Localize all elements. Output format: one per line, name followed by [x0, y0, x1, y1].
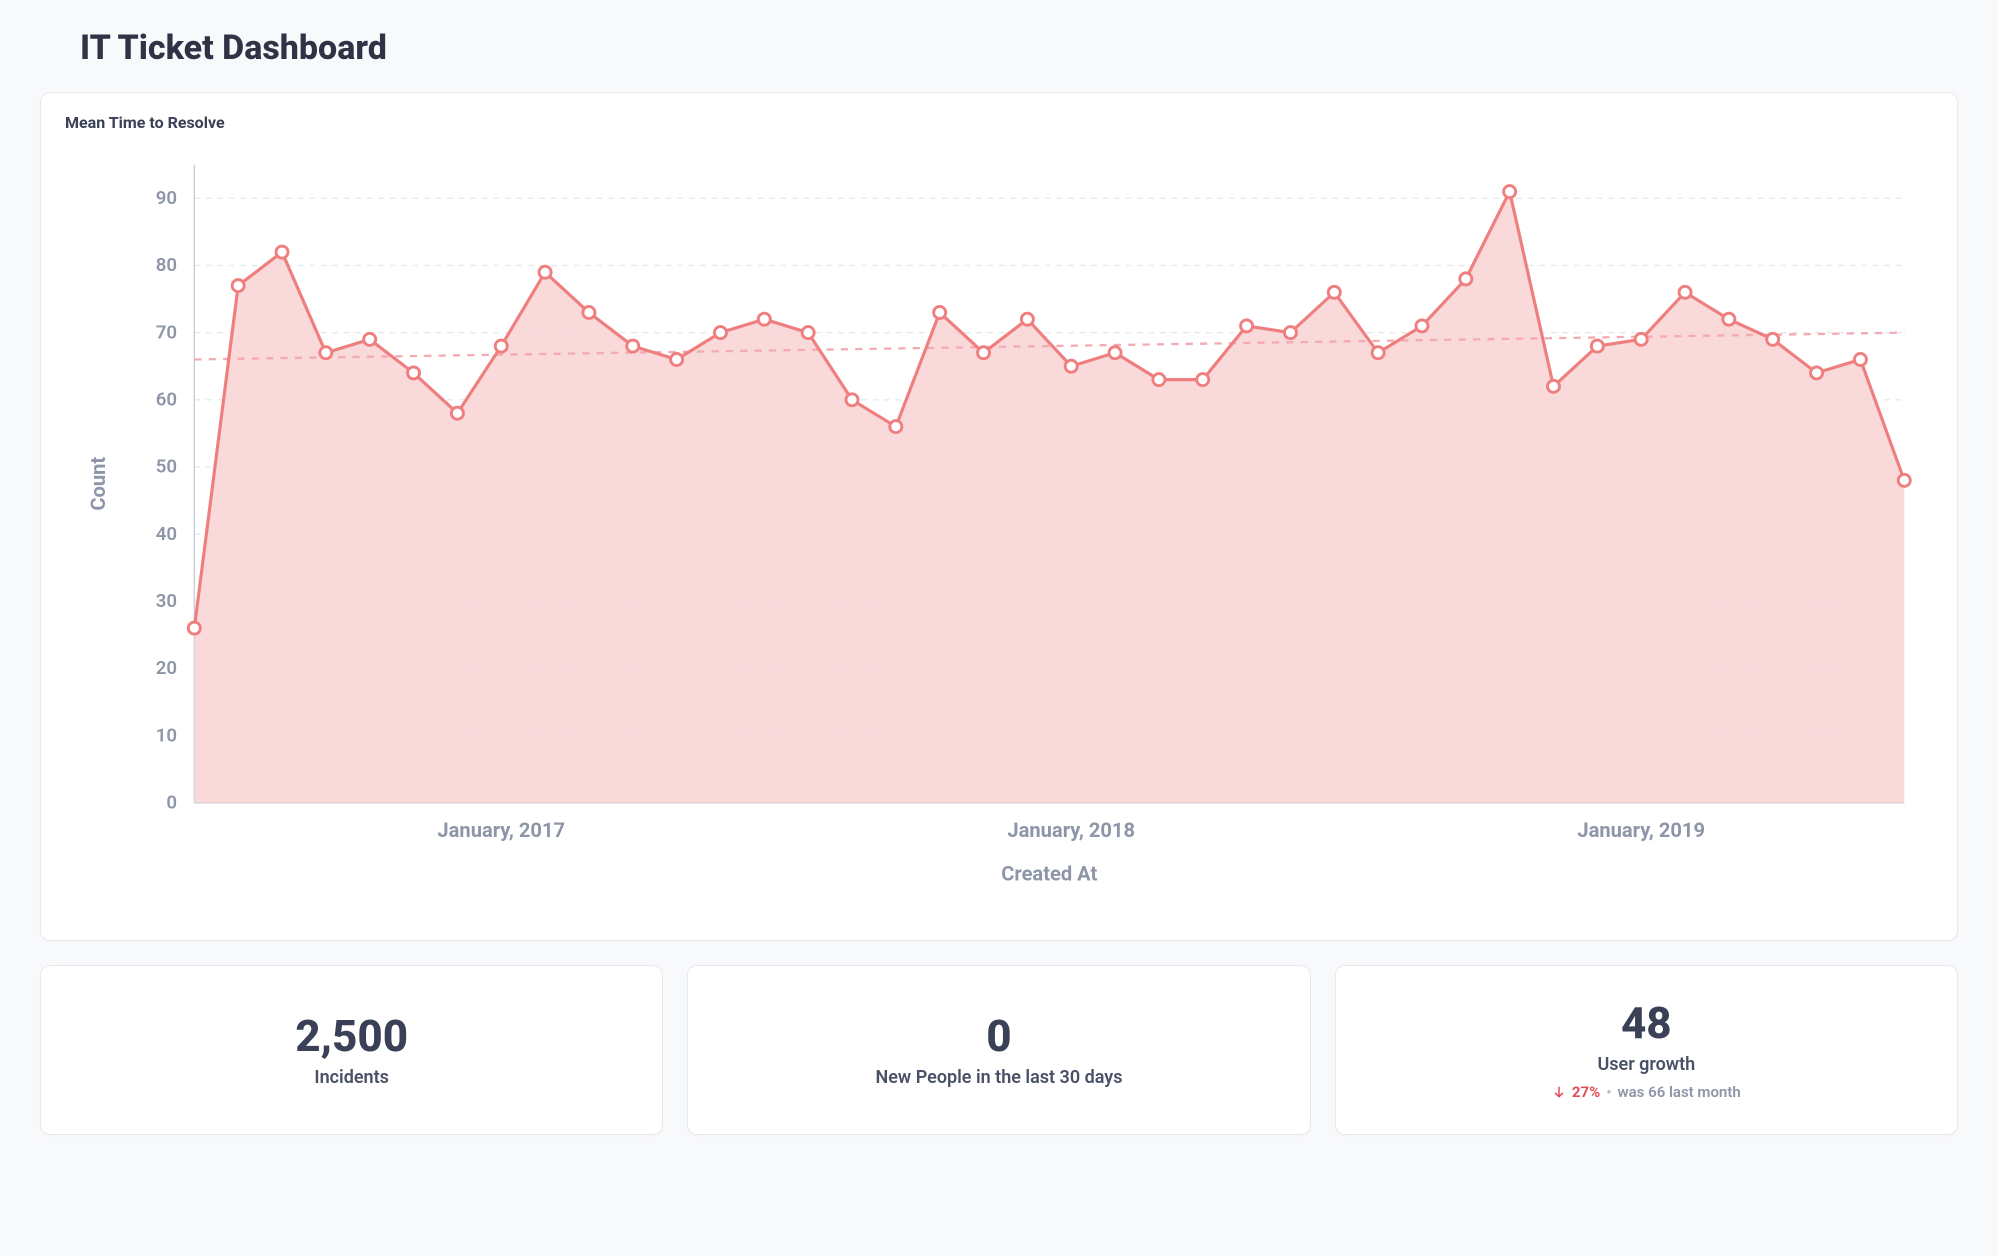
stat-card-new-people: 0 New People in the last 30 days	[687, 965, 1310, 1135]
stat-label-new-people: New People in the last 30 days	[876, 1067, 1123, 1088]
data-point[interactable]	[714, 327, 726, 339]
stat-value-user-growth: 48	[1621, 999, 1672, 1047]
data-point[interactable]	[495, 340, 507, 352]
svg-text:January, 2017: January, 2017	[437, 818, 565, 842]
svg-text:20: 20	[156, 657, 177, 679]
data-point[interactable]	[408, 367, 420, 379]
stat-label-user-growth: User growth	[1597, 1054, 1695, 1075]
data-point[interactable]	[1811, 367, 1823, 379]
data-point[interactable]	[1328, 286, 1340, 298]
stat-card-user-growth: 48 User growth 27% • was 66 last month	[1335, 965, 1958, 1135]
dot-separator-icon: •	[1606, 1083, 1611, 1101]
data-point[interactable]	[1723, 313, 1735, 325]
data-point[interactable]	[934, 306, 946, 318]
data-point[interactable]	[1679, 286, 1691, 298]
data-point[interactable]	[1241, 320, 1253, 332]
stat-card-incidents: 2,500 Incidents	[40, 965, 663, 1135]
stat-change-pct: 27%	[1572, 1083, 1600, 1101]
data-point[interactable]	[364, 333, 376, 345]
data-point[interactable]	[276, 246, 288, 258]
svg-text:10: 10	[156, 724, 177, 746]
y-axis-label: Count	[86, 457, 110, 511]
svg-text:80: 80	[156, 254, 177, 276]
data-point[interactable]	[1898, 474, 1910, 486]
data-point[interactable]	[1372, 347, 1384, 359]
data-point[interactable]	[671, 353, 683, 365]
data-point[interactable]	[977, 347, 989, 359]
data-point[interactable]	[1284, 327, 1296, 339]
svg-text:60: 60	[156, 389, 177, 411]
data-point[interactable]	[1591, 340, 1603, 352]
svg-text:30: 30	[156, 590, 177, 612]
svg-text:90: 90	[156, 187, 177, 209]
data-point[interactable]	[1635, 333, 1647, 345]
chart-title: Mean Time to Resolve	[65, 113, 1933, 132]
data-point[interactable]	[451, 407, 463, 419]
data-point[interactable]	[1547, 380, 1559, 392]
data-point[interactable]	[1504, 186, 1516, 198]
data-point[interactable]	[1416, 320, 1428, 332]
data-point[interactable]	[232, 280, 244, 292]
svg-text:0: 0	[166, 791, 177, 813]
svg-text:50: 50	[156, 456, 177, 478]
data-point[interactable]	[1854, 353, 1866, 365]
data-point[interactable]	[1021, 313, 1033, 325]
data-point[interactable]	[1767, 333, 1779, 345]
stat-was-text: was 66 last month	[1618, 1083, 1741, 1101]
area-chart[interactable]: 0 10 20 30 40 50 60 70 80 90 January, 2017 January…	[65, 136, 1933, 912]
data-point[interactable]	[1153, 374, 1165, 386]
data-point[interactable]	[583, 306, 595, 318]
data-point[interactable]	[802, 327, 814, 339]
data-point[interactable]	[1109, 347, 1121, 359]
svg-text:70: 70	[156, 321, 177, 343]
data-point[interactable]	[1065, 360, 1077, 372]
stat-label-incidents: Incidents	[314, 1067, 388, 1088]
data-point[interactable]	[1460, 273, 1472, 285]
data-point[interactable]	[758, 313, 770, 325]
svg-text:40: 40	[156, 523, 177, 545]
page-title: IT Ticket Dashboard	[80, 28, 1958, 68]
stat-value-incidents: 2,500	[295, 1012, 408, 1060]
data-point[interactable]	[627, 340, 639, 352]
stat-value-new-people: 0	[986, 1012, 1011, 1060]
svg-text:January, 2018: January, 2018	[1007, 818, 1135, 842]
data-point[interactable]	[320, 347, 332, 359]
arrow-down-icon	[1552, 1085, 1566, 1099]
svg-text:January, 2019: January, 2019	[1577, 818, 1705, 842]
data-point[interactable]	[1197, 374, 1209, 386]
data-point[interactable]	[890, 421, 902, 433]
data-point[interactable]	[539, 266, 551, 278]
chart-card-mean-time-to-resolve: Mean Time to Resolve 0 10 20 30 40 50 60 70 80 90…	[40, 92, 1958, 941]
x-axis-label: Created At	[1001, 861, 1097, 885]
data-point[interactable]	[188, 622, 200, 634]
data-point[interactable]	[846, 394, 858, 406]
stat-sub-user-growth: 27% • was 66 last month	[1552, 1083, 1741, 1101]
